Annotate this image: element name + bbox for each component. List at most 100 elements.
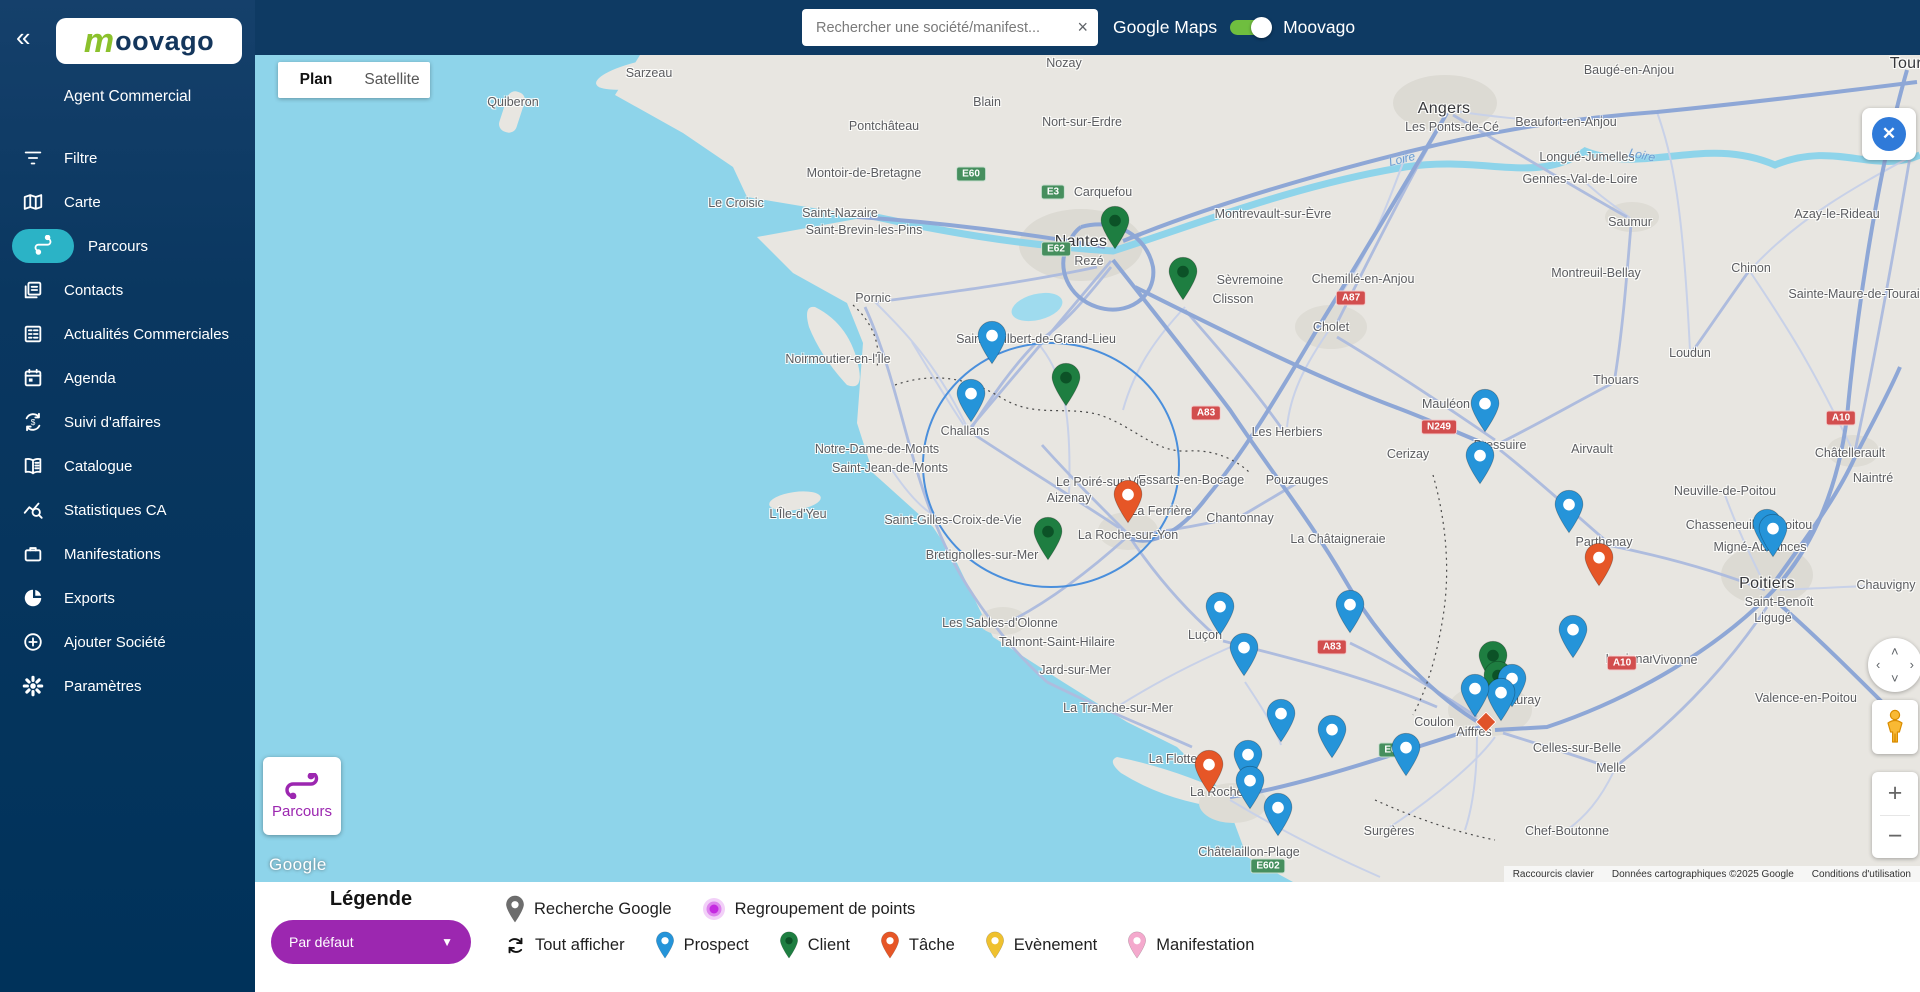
- map-marker-prospect[interactable]: [1553, 489, 1585, 539]
- map-label: Vivonne: [1652, 653, 1698, 667]
- moovago-logo[interactable]: m oovago: [56, 18, 242, 64]
- moovago-label: Moovago: [1283, 17, 1356, 37]
- sidebar-item-exports[interactable]: Exports: [0, 576, 255, 620]
- map-marker-client[interactable]: [1032, 516, 1064, 566]
- legend-rows: Recherche Google Regroupement de points T…: [505, 891, 1284, 963]
- news-icon: [20, 321, 46, 347]
- sidebar-nav: Filtre Carte Parcours Contacts Actualités Co…: [0, 136, 255, 708]
- pan-down-icon[interactable]: ˅: [1891, 672, 1899, 685]
- sidebar-item-agenda[interactable]: Agenda: [0, 356, 255, 400]
- keyboard-shortcuts-link[interactable]: Raccourcis clavier: [1504, 869, 1603, 880]
- map-label: Nort-sur-Erdre: [1042, 115, 1122, 129]
- close-map-overlay-button[interactable]: ✕: [1862, 108, 1916, 160]
- map-label: Saint-Brevin-les-Pins: [805, 223, 923, 237]
- road-shield: E602: [1250, 858, 1286, 874]
- map-label: Sarzeau: [625, 66, 673, 80]
- sidebar-item-label: Contacts: [64, 281, 124, 299]
- sidebar-item-manifestations[interactable]: Manifestations: [0, 532, 255, 576]
- map-style-switch[interactable]: [1230, 17, 1273, 38]
- map-type-plan-button[interactable]: Plan: [278, 62, 354, 98]
- sidebar-item-label: Suivi d'affaires: [64, 413, 161, 431]
- sidebar-item-contacts[interactable]: Contacts: [0, 268, 255, 312]
- pan-left-icon[interactable]: ‹: [1876, 658, 1880, 671]
- sidebar-item-parcours[interactable]: Parcours: [0, 224, 255, 268]
- zoom-out-button[interactable]: −: [1872, 816, 1918, 859]
- map-label: La Flotte: [1148, 752, 1198, 766]
- zoom-in-button[interactable]: +: [1872, 772, 1918, 815]
- map-marker-prospect[interactable]: [1459, 673, 1491, 723]
- map-marker-tache[interactable]: [1112, 479, 1144, 529]
- street-view-pegman[interactable]: [1872, 700, 1918, 754]
- legend-item-recherche: Recherche Google: [505, 895, 672, 923]
- sidebar-item-filtre[interactable]: Filtre: [0, 136, 255, 180]
- map-marker-prospect[interactable]: [1265, 698, 1297, 748]
- sidebar-item-statistiques[interactable]: Statistiques CA: [0, 488, 255, 532]
- collapse-sidebar-button[interactable]: «: [16, 24, 30, 50]
- map-label: Azay-le-Rideau: [1794, 207, 1880, 221]
- map-marker-prospect[interactable]: [1228, 632, 1260, 682]
- map-marker-prospect[interactable]: [955, 378, 987, 428]
- map-label: Les Ponts-de-Cé: [1405, 120, 1499, 134]
- sidebar-item-label: Statistiques CA: [64, 501, 167, 519]
- contacts-icon: [20, 277, 46, 303]
- map-marker-prospect[interactable]: [976, 320, 1008, 370]
- search-input[interactable]: [816, 19, 1072, 36]
- calendar-icon: [20, 365, 46, 391]
- road-shield: A87: [1335, 290, 1367, 306]
- map-label: Mauléon: [1422, 397, 1470, 411]
- sidebar-item-ajouter[interactable]: Ajouter Société: [0, 620, 255, 664]
- legend-default-dropdown[interactable]: Par défaut ▼: [271, 920, 471, 964]
- cluster-icon: [702, 897, 726, 921]
- map-marker-prospect[interactable]: [1262, 792, 1294, 842]
- map-marker-prospect[interactable]: [1557, 614, 1589, 664]
- map-label: Melle: [1596, 761, 1626, 775]
- switch-knob: [1251, 17, 1273, 38]
- map-type-satellite-button[interactable]: Satellite: [354, 62, 430, 98]
- sidebar-item-label: Catalogue: [64, 457, 133, 475]
- map-style-toggle-group: Google Maps Moovago: [1113, 0, 1355, 55]
- legend-item-label: Manifestation: [1156, 935, 1255, 954]
- map-label: Beaufort-en-Anjou: [1515, 115, 1617, 129]
- terms-link[interactable]: Conditions d'utilisation: [1803, 869, 1920, 880]
- legend-default-label: Par défaut: [289, 934, 354, 950]
- sidebar-item-label: Agenda: [64, 369, 116, 387]
- parcours-map-button[interactable]: Parcours: [263, 757, 341, 835]
- sidebar-item-carte[interactable]: Carte: [0, 180, 255, 224]
- pan-up-icon[interactable]: ˄: [1891, 645, 1899, 658]
- sidebar-item-suivi[interactable]: $ Suivi d'affaires: [0, 400, 255, 444]
- sidebar-item-actualites[interactable]: Actualités Commerciales: [0, 312, 255, 356]
- map-marker-prospect[interactable]: [1334, 589, 1366, 639]
- clear-search-icon[interactable]: ×: [1077, 17, 1088, 38]
- legend-item-label: Prospect: [683, 935, 749, 954]
- map-marker-prospect[interactable]: [1469, 388, 1501, 438]
- map-marker-client[interactable]: [1167, 256, 1199, 306]
- pan-control[interactable]: ˄ ˅ ‹ ›: [1868, 638, 1920, 692]
- pan-right-icon[interactable]: ›: [1910, 658, 1914, 671]
- map-label: Talmont-Saint-Hilaire: [998, 635, 1116, 649]
- sidebar-item-parametres[interactable]: Paramètres: [0, 664, 255, 708]
- map-label: Valence-en-Poitou: [1755, 691, 1857, 705]
- map-label: Longué-Jumelles: [1539, 150, 1635, 164]
- map-marker-prospect[interactable]: [1757, 513, 1789, 563]
- sidebar-item-catalogue[interactable]: Catalogue: [0, 444, 255, 488]
- map-marker-tache[interactable]: [1583, 542, 1615, 592]
- map-canvas[interactable]: NantesAngersPoitiersToursSarzeauQuiberon…: [255, 55, 1920, 882]
- road-shield: E60: [956, 166, 986, 182]
- map-label: Chasseneuil-du-Poitou: [1685, 518, 1813, 532]
- map-label: Notre-Dame-de-Monts: [814, 442, 940, 456]
- tache-pin-icon: [880, 931, 900, 959]
- map-label: Poitiers: [1739, 575, 1795, 592]
- map-marker-prospect[interactable]: [1390, 732, 1422, 782]
- sidebar-item-label: Carte: [64, 193, 101, 211]
- map-label: Loudun: [1669, 346, 1711, 360]
- legend-item-prospect: Prospect: [655, 931, 749, 959]
- map-label: L'Île-d'Yeu: [769, 507, 827, 521]
- map-marker-prospect[interactable]: [1464, 440, 1496, 490]
- map-marker-prospect[interactable]: [1316, 714, 1348, 764]
- map-label: Thouars: [1593, 373, 1639, 387]
- map-marker-client[interactable]: [1050, 362, 1082, 412]
- map-label: Les Sables-d'Olonne: [942, 616, 1058, 630]
- legend-item-refresh[interactable]: Tout afficher: [505, 935, 625, 956]
- map-marker-tache[interactable]: [1193, 749, 1225, 799]
- map-marker-client[interactable]: [1099, 205, 1131, 255]
